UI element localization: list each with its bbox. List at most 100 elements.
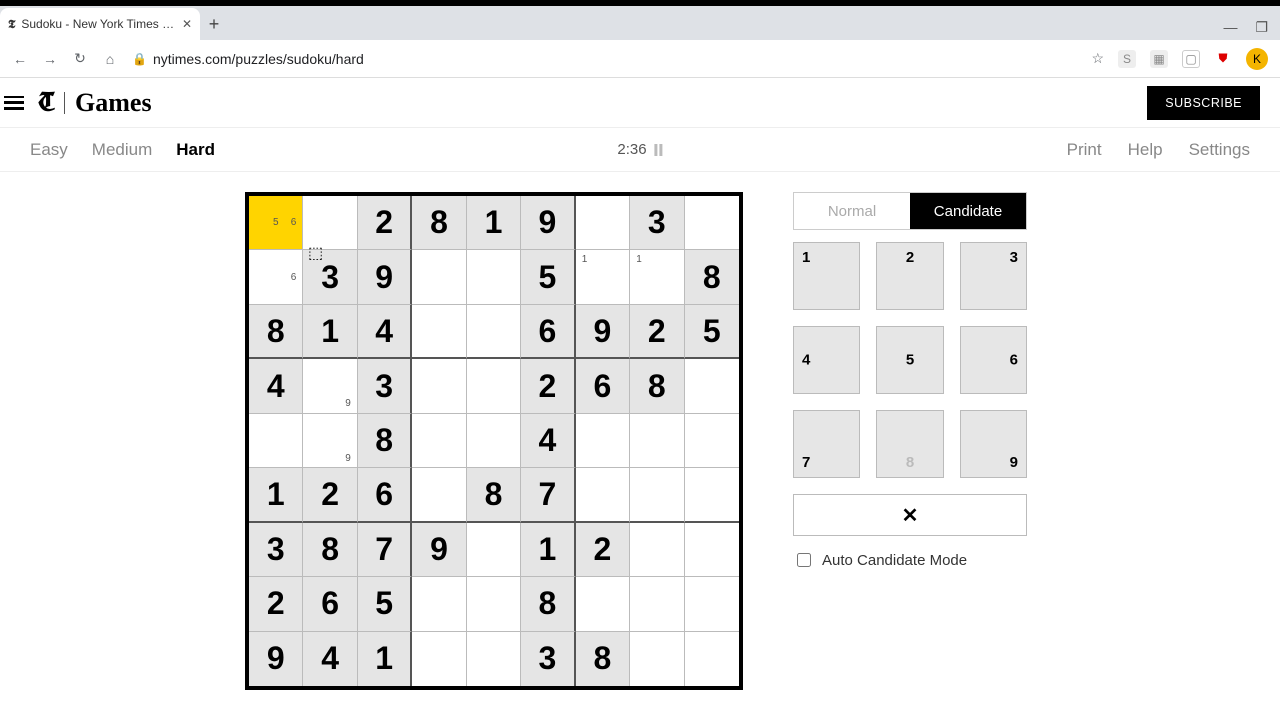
- sudoku-cell[interactable]: 6: [303, 577, 357, 631]
- sudoku-cell[interactable]: 1: [630, 250, 684, 304]
- sudoku-cell[interactable]: [685, 577, 739, 631]
- sudoku-cell[interactable]: [685, 414, 739, 468]
- browser-tab[interactable]: 𝕿 Sudoku - New York Times Numb ✕: [0, 8, 200, 40]
- mode-candidate[interactable]: Candidate: [910, 193, 1026, 229]
- sudoku-cell[interactable]: [576, 414, 630, 468]
- sudoku-cell[interactable]: [467, 250, 521, 304]
- back-icon[interactable]: ←: [12, 51, 28, 67]
- sudoku-cell[interactable]: [685, 196, 739, 250]
- sudoku-cell[interactable]: 5: [358, 577, 412, 631]
- sudoku-cell[interactable]: 2: [358, 196, 412, 250]
- sudoku-cell[interactable]: 7: [521, 468, 575, 522]
- sudoku-cell[interactable]: [249, 414, 303, 468]
- sudoku-cell[interactable]: [412, 468, 466, 522]
- close-icon[interactable]: ✕: [182, 17, 192, 31]
- sudoku-cell[interactable]: [576, 196, 630, 250]
- sudoku-cell[interactable]: 3: [249, 523, 303, 577]
- sudoku-cell[interactable]: 6: [521, 305, 575, 359]
- sudoku-cell[interactable]: 4: [358, 305, 412, 359]
- settings-link[interactable]: Settings: [1189, 140, 1250, 160]
- sudoku-cell[interactable]: 2: [303, 468, 357, 522]
- sudoku-cell[interactable]: [467, 632, 521, 686]
- forward-icon[interactable]: →: [42, 51, 58, 67]
- sudoku-cell[interactable]: 9: [412, 523, 466, 577]
- timer[interactable]: 2:36: [617, 141, 662, 158]
- pause-icon[interactable]: [655, 144, 663, 156]
- sudoku-cell[interactable]: [576, 468, 630, 522]
- profile-avatar[interactable]: K: [1246, 48, 1268, 70]
- print-link[interactable]: Print: [1067, 140, 1102, 160]
- sudoku-cell[interactable]: [630, 523, 684, 577]
- sudoku-cell[interactable]: [412, 250, 466, 304]
- sudoku-cell[interactable]: 2: [576, 523, 630, 577]
- menu-icon[interactable]: [4, 96, 24, 110]
- sudoku-cell[interactable]: 1: [576, 250, 630, 304]
- difficulty-easy[interactable]: Easy: [30, 140, 68, 160]
- sudoku-cell[interactable]: 1: [467, 196, 521, 250]
- sudoku-cell[interactable]: 8: [576, 632, 630, 686]
- sudoku-cell[interactable]: 1: [358, 632, 412, 686]
- sudoku-cell[interactable]: [467, 577, 521, 631]
- sudoku-cell[interactable]: 8: [467, 468, 521, 522]
- sudoku-cell[interactable]: [630, 468, 684, 522]
- sudoku-cell[interactable]: 4: [521, 414, 575, 468]
- sudoku-cell[interactable]: [576, 577, 630, 631]
- sudoku-cell[interactable]: [630, 577, 684, 631]
- extension-icon[interactable]: ⛊: [1214, 50, 1232, 68]
- reload-icon[interactable]: ↻: [72, 50, 88, 67]
- sudoku-cell[interactable]: 2: [521, 359, 575, 413]
- sudoku-cell[interactable]: 2: [630, 305, 684, 359]
- star-icon[interactable]: ☆: [1091, 50, 1104, 67]
- sudoku-cell[interactable]: 4: [303, 632, 357, 686]
- sudoku-cell[interactable]: 5: [521, 250, 575, 304]
- sudoku-cell[interactable]: [412, 632, 466, 686]
- address-bar[interactable]: 🔒 nytimes.com/puzzles/sudoku/hard: [132, 51, 1077, 67]
- sudoku-cell[interactable]: 9: [303, 359, 357, 413]
- sudoku-cell[interactable]: 9: [303, 414, 357, 468]
- window-maximize-icon[interactable]: ❐: [1255, 19, 1268, 36]
- sudoku-cell[interactable]: 8: [521, 577, 575, 631]
- sudoku-cell[interactable]: 56: [249, 196, 303, 250]
- sudoku-cell[interactable]: 1: [303, 305, 357, 359]
- sudoku-cell[interactable]: 9: [249, 632, 303, 686]
- sudoku-cell[interactable]: 2: [249, 577, 303, 631]
- extension-icon[interactable]: ▦: [1150, 50, 1168, 68]
- sudoku-cell[interactable]: 8: [412, 196, 466, 250]
- sudoku-cell[interactable]: 3: [521, 632, 575, 686]
- sudoku-cell[interactable]: [630, 414, 684, 468]
- sudoku-cell[interactable]: 6: [358, 468, 412, 522]
- auto-candidate-checkbox[interactable]: [797, 553, 811, 567]
- sudoku-cell[interactable]: [685, 359, 739, 413]
- sudoku-cell[interactable]: 8: [249, 305, 303, 359]
- sudoku-cell[interactable]: [412, 305, 466, 359]
- sudoku-cell[interactable]: [630, 632, 684, 686]
- sudoku-cell[interactable]: [303, 196, 357, 250]
- sudoku-cell[interactable]: 9: [358, 250, 412, 304]
- auto-candidate-row[interactable]: Auto Candidate Mode: [793, 550, 1027, 570]
- keypad-9[interactable]: 9: [960, 410, 1027, 478]
- sudoku-cell[interactable]: [412, 359, 466, 413]
- sudoku-cell[interactable]: [467, 305, 521, 359]
- sudoku-cell[interactable]: 8: [630, 359, 684, 413]
- sudoku-cell[interactable]: [467, 523, 521, 577]
- sudoku-cell[interactable]: 9: [576, 305, 630, 359]
- keypad-1[interactable]: 1: [793, 242, 860, 310]
- keypad-3[interactable]: 3: [960, 242, 1027, 310]
- sudoku-cell[interactable]: 6: [576, 359, 630, 413]
- sudoku-cell[interactable]: 8: [358, 414, 412, 468]
- help-link[interactable]: Help: [1128, 140, 1163, 160]
- sudoku-cell[interactable]: 8: [303, 523, 357, 577]
- difficulty-hard[interactable]: Hard: [176, 140, 215, 160]
- keypad-4[interactable]: 4: [793, 326, 860, 394]
- sudoku-cell[interactable]: [467, 414, 521, 468]
- sudoku-cell[interactable]: [685, 468, 739, 522]
- sudoku-cell[interactable]: 8: [685, 250, 739, 304]
- difficulty-medium[interactable]: Medium: [92, 140, 152, 160]
- keypad-8[interactable]: 8: [876, 410, 943, 478]
- home-icon[interactable]: ⌂: [102, 51, 118, 67]
- extension-icon[interactable]: ▢: [1182, 50, 1200, 68]
- keypad-2[interactable]: 2: [876, 242, 943, 310]
- keypad-7[interactable]: 7: [793, 410, 860, 478]
- sudoku-cell[interactable]: 3: [303, 250, 357, 304]
- sudoku-cell[interactable]: 3: [358, 359, 412, 413]
